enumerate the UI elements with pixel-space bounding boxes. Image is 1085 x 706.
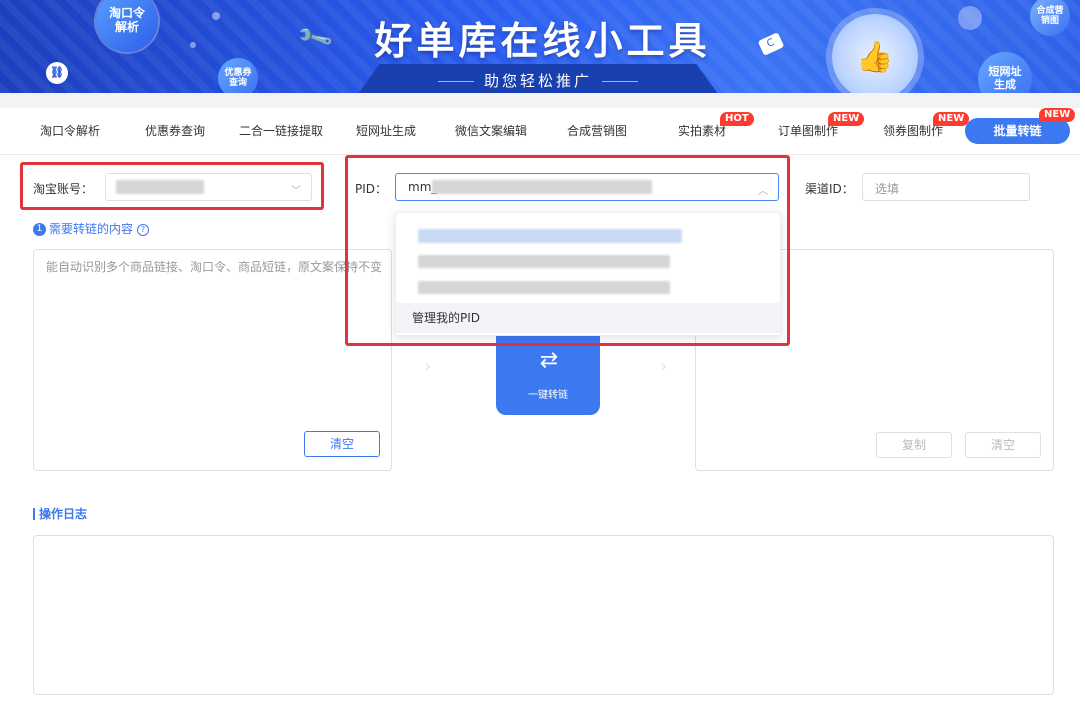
- tab-batch-convert[interactable]: 批量转链 NEW: [965, 108, 1076, 144]
- clear-output-button[interactable]: 清空: [965, 432, 1041, 458]
- highlight-box-account: [20, 162, 324, 210]
- new-badge: NEW: [828, 112, 865, 126]
- bubble-coupon-label: 优惠券查询: [224, 67, 252, 88]
- tab-link-extract[interactable]: 二合一链接提取: [239, 122, 323, 139]
- tab-order-image-label: 订单图制作: [778, 124, 839, 138]
- convert-label: 一键转链: [528, 390, 568, 401]
- log-title: 操作日志: [33, 508, 87, 520]
- tab-photo-material[interactable]: 实拍素材 HOT: [678, 112, 754, 139]
- channel-label: 渠道ID：: [805, 182, 854, 196]
- new-badge: NEW: [933, 112, 970, 126]
- convert-icon: ⇄: [539, 348, 559, 373]
- tab-wechat-copy[interactable]: 微信文案编辑: [455, 122, 527, 139]
- input-textarea[interactable]: 能自动识别多个商品链接、淘口令、商品短链，原文案保持不变 清空: [33, 249, 392, 471]
- tool-nav: 淘口令解析 优惠券查询 二合一链接提取 短网址生成 微信文案编辑 合成营销图 实…: [0, 108, 1080, 155]
- clear-input-button[interactable]: 清空: [304, 431, 380, 457]
- step-heading: 1 需要转链的内容?: [33, 220, 150, 237]
- page-title: 好单库在线小工具: [374, 19, 711, 63]
- new-badge: NEW: [1039, 108, 1076, 122]
- tab-shorturl[interactable]: 短网址生成: [356, 122, 416, 139]
- tab-coupon-image[interactable]: 领券图制作 NEW: [883, 112, 970, 139]
- step-number: 1: [33, 223, 46, 236]
- tab-coupon-image-label: 领券图制作: [883, 124, 944, 138]
- highlight-box-pid: [345, 155, 790, 346]
- hot-badge: HOT: [720, 112, 754, 126]
- chevron-right-icon: ›: [424, 356, 432, 377]
- subtitle-text: 助您轻松推广: [483, 72, 592, 90]
- channel-input[interactable]: 选填: [862, 173, 1030, 201]
- link-icon: ⛓: [46, 62, 68, 84]
- channel-placeholder: 选填: [875, 182, 900, 196]
- log-panel: [33, 535, 1054, 695]
- copy-button[interactable]: 复制: [876, 432, 952, 458]
- help-icon[interactable]: ?: [137, 223, 150, 236]
- tab-taokouling[interactable]: 淘口令解析: [40, 122, 100, 139]
- thumbs-up-icon: 👍: [832, 14, 918, 93]
- header-banner: 淘口令解析 ⛓ 优惠券查询 短网址生成 合成营销图 🔧 C 好单库在线小工具 助…: [0, 0, 1080, 93]
- step-label: 需要转链的内容: [49, 222, 134, 236]
- separator: [0, 93, 1080, 108]
- bubble-shorturl-label: 短网址生成: [988, 65, 1022, 91]
- page-subtitle: 助您轻松推广: [358, 70, 718, 91]
- tab-coupon[interactable]: 优惠券查询: [145, 122, 205, 139]
- tab-photo-material-label: 实拍素材: [678, 124, 727, 138]
- chevron-right-icon: ›: [660, 356, 668, 377]
- input-placeholder: 能自动识别多个商品链接、淘口令、商品短链，原文案保持不变: [46, 260, 383, 274]
- tab-marketing-image[interactable]: 合成营销图: [567, 122, 627, 139]
- tab-batch-convert-label: 批量转链: [993, 124, 1042, 138]
- tab-order-image[interactable]: 订单图制作 NEW: [778, 112, 865, 139]
